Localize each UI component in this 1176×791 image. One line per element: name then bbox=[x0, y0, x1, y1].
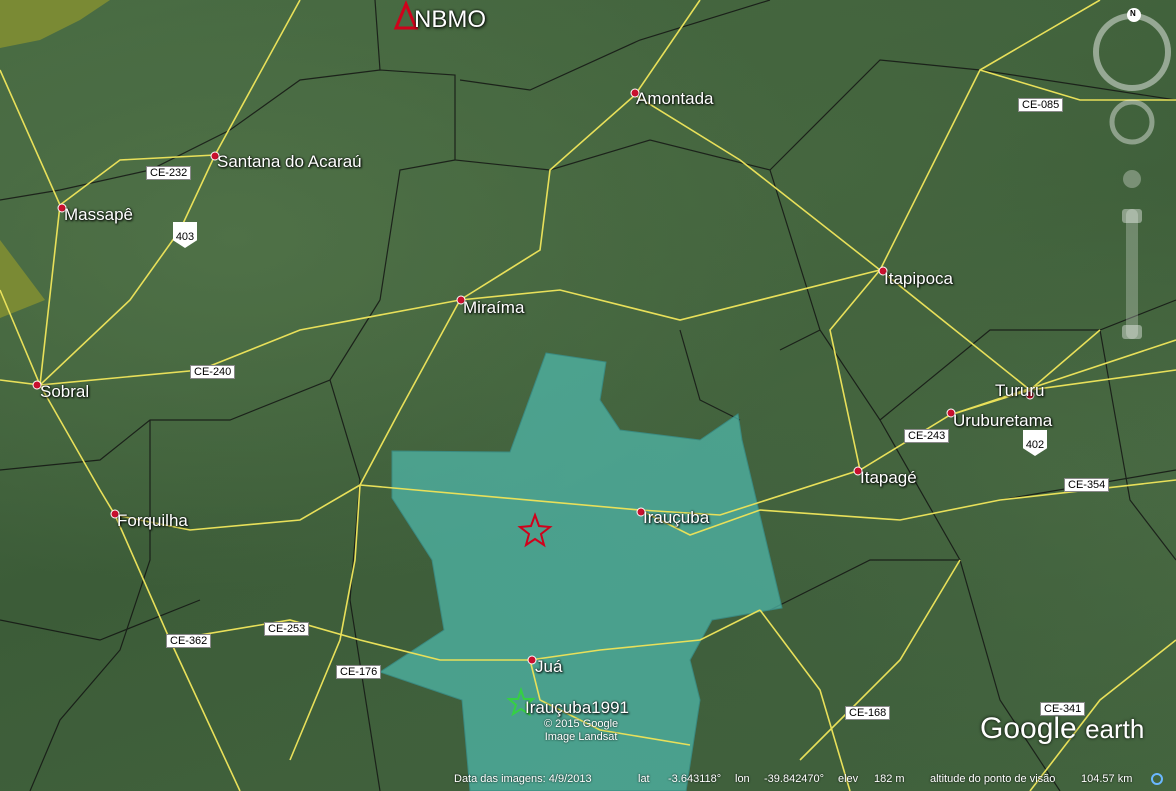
move-ring bbox=[1109, 99, 1155, 145]
navigation-controls bbox=[1093, 8, 1171, 339]
compass-north-label[interactable]: N bbox=[1130, 9, 1136, 18]
road-shield: CE-243 bbox=[904, 429, 950, 443]
look-ring bbox=[1093, 13, 1171, 91]
imagery-date: Data das imagens: 4/9/2013 bbox=[454, 773, 592, 785]
google-earth-logo: Google earth bbox=[980, 712, 1144, 746]
streaming-status-icon bbox=[1151, 773, 1163, 785]
road-shield: CE-362 bbox=[166, 634, 212, 648]
town-label-santana-do-acarau[interactable]: Santana do Acaraú bbox=[217, 152, 362, 172]
street-view-pegman-icon bbox=[1123, 170, 1141, 188]
imagery-copyright: © 2015 Google Image Landsat bbox=[544, 718, 618, 744]
road-shield: CE-176 bbox=[336, 665, 382, 679]
town-label-sobral[interactable]: Sobral bbox=[40, 382, 89, 402]
road-shield: CE-168 bbox=[845, 706, 891, 720]
lat-label: lat bbox=[638, 773, 650, 785]
town-label-massape[interactable]: Massapê bbox=[64, 205, 133, 225]
road-shield: CE-354 bbox=[1064, 478, 1110, 492]
zoom-in-button bbox=[1122, 209, 1142, 223]
copyright-line: © 2015 Google bbox=[544, 718, 619, 730]
epicenter-label[interactable]: Irauçuba1991 bbox=[525, 698, 629, 718]
terrain-patch bbox=[0, 0, 110, 48]
satellite-map[interactable]: NBMO Amontada Santana do Acaraú Massapê … bbox=[0, 0, 1176, 791]
lon-value: -39.842470° bbox=[764, 773, 825, 785]
logo-product: earth bbox=[1085, 714, 1145, 744]
town-label-uruburetama[interactable]: Uruburetama bbox=[953, 411, 1052, 431]
altitude-label: altitude do ponto de visão bbox=[930, 773, 1056, 785]
town-label-iraucuba[interactable]: Irauçuba bbox=[643, 508, 709, 528]
road-shield: CE-232 bbox=[146, 166, 192, 180]
elev-value: 182 m bbox=[874, 773, 905, 785]
road-shield: CE-253 bbox=[264, 622, 310, 636]
status-bar: Data das imagens: 4/9/2013 lat -3.643118… bbox=[0, 769, 1176, 791]
town-label-jua[interactable]: Juá bbox=[535, 657, 562, 677]
town-label-miraima[interactable]: Miraíma bbox=[463, 298, 524, 318]
station-triangle-marker bbox=[393, 0, 419, 30]
road-shield: CE-240 bbox=[190, 365, 236, 379]
town-label-amontada[interactable]: Amontada bbox=[636, 89, 714, 109]
logo-brand: Google bbox=[980, 712, 1077, 745]
town-label-itapage[interactable]: Itapagé bbox=[860, 468, 917, 488]
elev-label: elev bbox=[838, 773, 859, 785]
zoom-slider-track bbox=[1126, 209, 1138, 339]
lon-label: lon bbox=[735, 773, 750, 785]
copyright-line: Image Landsat bbox=[544, 731, 618, 743]
road-shield: CE-085 bbox=[1018, 98, 1064, 112]
zoom-out-button bbox=[1122, 325, 1142, 339]
town-label-tururu[interactable]: Tururu bbox=[995, 381, 1044, 401]
town-label-itapipoca[interactable]: Itapipoca bbox=[884, 269, 953, 289]
lat-value: -3.643118° bbox=[668, 773, 722, 785]
town-label-forquilha[interactable]: Forquilha bbox=[117, 511, 188, 531]
altitude-value: 104.57 km bbox=[1081, 773, 1133, 785]
station-label: NBMO bbox=[414, 6, 486, 33]
